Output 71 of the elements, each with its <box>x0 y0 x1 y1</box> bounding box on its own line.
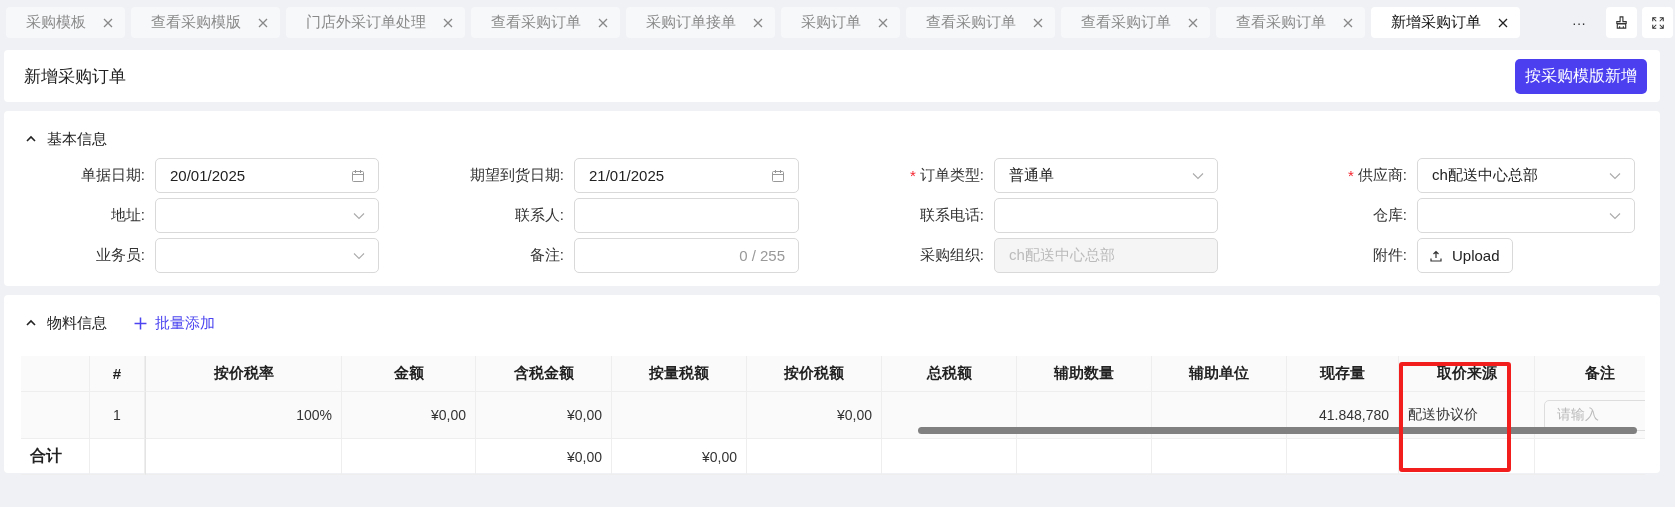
field-label: 备注: <box>529 246 564 265</box>
field-value: 20/01/2025 <box>170 167 246 184</box>
tab-label: 查看采购订单 <box>1081 13 1171 32</box>
column-header: 总税额 <box>882 356 1017 392</box>
select-field[interactable]: 普通单 <box>994 158 1218 193</box>
total-label: 合计 <box>21 439 90 475</box>
tab-label: 查看采购订单 <box>491 13 581 32</box>
more-tabs-button[interactable]: ··· <box>1557 14 1601 31</box>
field-label: 订单类型: <box>919 166 984 185</box>
required-mark: * <box>1348 167 1354 184</box>
tab[interactable]: 门店外采订单处理 <box>286 7 465 38</box>
tab[interactable]: 采购订单接单 <box>626 7 775 38</box>
remark-field[interactable]: 0 / 255 <box>574 238 799 273</box>
field-value: ch配送中心总部 <box>1009 246 1115 265</box>
table-cell: ¥0,00 <box>342 392 476 439</box>
tab-label: 门店外采订单处理 <box>306 13 426 32</box>
tab[interactable]: 查看采购模版 <box>131 7 280 38</box>
upload-button[interactable]: Upload <box>1417 238 1513 273</box>
field-label: 地址: <box>110 206 145 225</box>
tab[interactable]: 查看采购订单 <box>906 7 1055 38</box>
total-cell: ¥0,00 <box>476 439 612 475</box>
column-header: # <box>90 356 145 392</box>
tab[interactable]: 查看采购订单 <box>1061 7 1210 38</box>
column-header: 现存量 <box>1287 356 1399 392</box>
tab[interactable]: 采购模板 <box>6 7 125 38</box>
tab-label: 查看采购订单 <box>1236 13 1326 32</box>
table-cell: 100% <box>145 392 342 439</box>
tab[interactable]: 新增采购订单 <box>1371 7 1520 38</box>
table-cell: 1 <box>90 392 145 439</box>
character-counter: 0 / 255 <box>739 247 785 264</box>
tab[interactable]: 采购订单 <box>781 7 900 38</box>
total-cell: ¥0,00 <box>612 439 747 475</box>
field-label: 附件: <box>1372 246 1407 265</box>
tab-label: 查看采购模版 <box>151 13 241 32</box>
field-label: 单据日期: <box>80 166 145 185</box>
field-label: 联系人: <box>514 206 564 225</box>
tab[interactable]: 查看采购订单 <box>1216 7 1365 38</box>
field-value: ch配送中心总部 <box>1432 166 1538 185</box>
table-cell: ¥0,00 <box>747 392 882 439</box>
section-title: 物料信息 <box>47 313 107 333</box>
table-cell: ¥0,00 <box>476 392 612 439</box>
date-field[interactable]: 20/01/2025 <box>155 158 379 193</box>
tab-label: 新增采购订单 <box>1391 13 1481 32</box>
column-header: 备注 <box>1535 356 1645 392</box>
field-label: 采购组织: <box>919 246 984 265</box>
tab[interactable]: 查看采购订单 <box>471 7 620 38</box>
tab-label: 采购订单 <box>801 13 861 32</box>
field-value: 普通单 <box>1009 166 1054 185</box>
column-header: 按量税额 <box>612 356 747 392</box>
required-mark: * <box>910 167 916 184</box>
date-field[interactable]: 21/01/2025 <box>574 158 799 193</box>
field-label: 仓库: <box>1372 206 1407 225</box>
column-header: 金额 <box>342 356 476 392</box>
column-header: 按价税额 <box>747 356 882 392</box>
batch-add-link[interactable]: 批量添加 <box>134 313 215 333</box>
field-label: 联系电话: <box>919 206 984 225</box>
tab-label: 查看采购订单 <box>926 13 1016 32</box>
column-header: 按价税率 <box>145 356 342 392</box>
section-title: 基本信息 <box>47 129 107 149</box>
column-header: 辅助单位 <box>1152 356 1287 392</box>
field-value: 21/01/2025 <box>589 167 665 184</box>
field-label: 供应商: <box>1357 166 1407 185</box>
field-label: 业务员: <box>95 246 145 265</box>
field-label: 期望到货日期: <box>469 166 564 185</box>
tab-label: 采购模板 <box>26 13 86 32</box>
column-header: 含税金额 <box>476 356 612 392</box>
tab-label: 采购订单接单 <box>646 13 736 32</box>
page-title: 新增采购订单 <box>24 65 126 88</box>
select-field[interactable]: ch配送中心总部 <box>1417 158 1635 193</box>
add-from-template-button[interactable]: 按采购模版新增 <box>1515 58 1647 94</box>
column-header: 辅助数量 <box>1017 356 1152 392</box>
